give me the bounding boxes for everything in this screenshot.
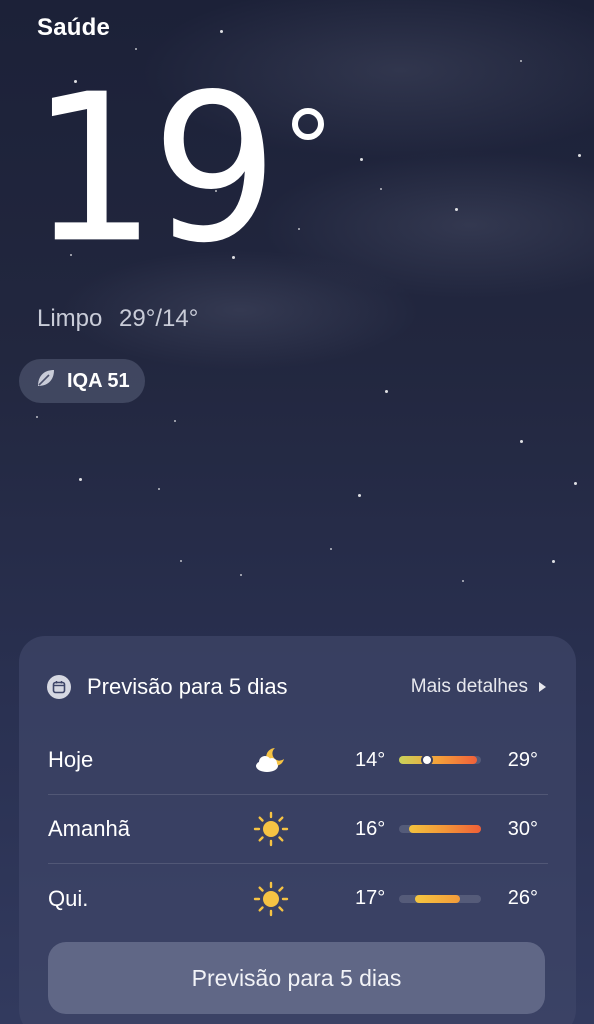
high-temp: 26° <box>507 887 538 909</box>
day-label: Qui. <box>48 885 89 911</box>
forecast-row-thursday[interactable]: Qui. 17° 26° <box>48 864 548 933</box>
day-label: Amanhã <box>48 816 130 841</box>
forecast-header: Previsão para 5 dias Mais detalhes <box>47 674 546 700</box>
aqi-label: IQA 51 <box>67 369 130 392</box>
high-temp: 29° <box>507 748 538 771</box>
more-details-link[interactable]: Mais detalhes <box>411 676 546 698</box>
low-temp: 17° <box>355 887 386 909</box>
forecast-row-tomorrow[interactable]: Amanhã 16° 30° <box>48 795 548 864</box>
low-temp: 14° <box>355 748 386 771</box>
chevron-right-icon <box>538 676 546 698</box>
high-low-text: 29°/14° <box>119 305 199 332</box>
calendar-icon <box>47 675 71 699</box>
low-temp: 16° <box>355 817 386 840</box>
forecast-card: Previsão para 5 dias Mais detalhes Hoje … <box>19 636 576 1024</box>
forecast-row-today[interactable]: Hoje 14° 29° <box>48 726 548 795</box>
high-temp: 30° <box>507 817 538 840</box>
night-cloud-moon-icon <box>253 742 289 778</box>
temp-range-bar <box>399 894 481 903</box>
temp-range-fill <box>408 825 481 833</box>
sun-icon <box>253 881 289 917</box>
leaf-icon <box>35 367 57 395</box>
day-label: Hoje <box>48 747 94 772</box>
temp-range-fill <box>415 894 461 903</box>
current-condition-row: Limpo 29°/14° <box>37 305 208 333</box>
more-details-label: Mais detalhes <box>410 676 528 697</box>
temp-range-bar <box>399 754 481 766</box>
five-day-forecast-button[interactable]: Previsão para 5 dias <box>48 942 545 1014</box>
degree-symbol <box>292 108 324 140</box>
condition-text: Limpo <box>37 305 103 332</box>
current-temp-marker <box>420 754 433 766</box>
location-name[interactable]: Saúde <box>37 14 110 42</box>
temp-range-bar <box>399 825 481 833</box>
forecast-list: Hoje 14° 29° Amanhã 16° 30° Qui. 17° 26° <box>48 726 548 933</box>
current-temperature: 19 <box>30 50 278 289</box>
temp-range-fill <box>399 756 477 764</box>
aqi-badge[interactable]: IQA 51 <box>19 359 145 403</box>
sun-icon <box>253 811 289 847</box>
forecast-title: Previsão para 5 dias <box>87 674 288 699</box>
